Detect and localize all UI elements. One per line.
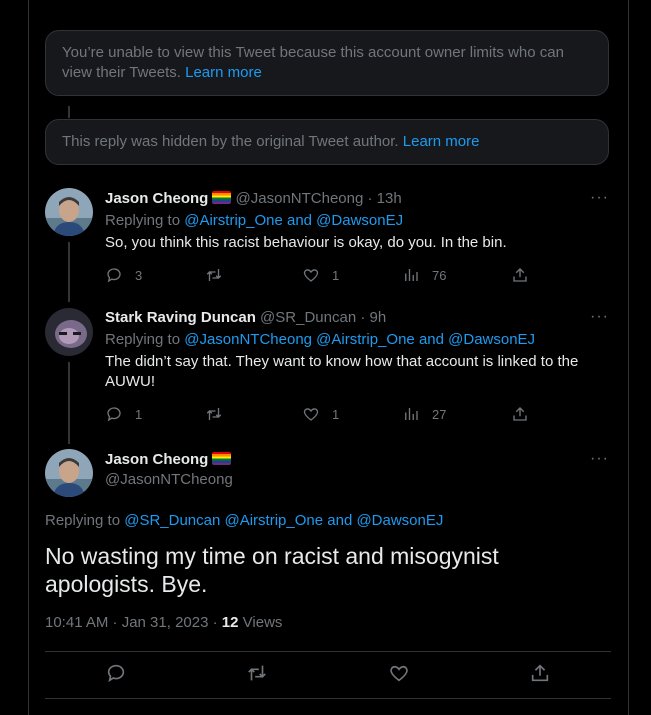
rainbow-flag-icon (212, 191, 232, 204)
retweet-icon (248, 665, 266, 681)
author-name[interactable]: Stark Raving Duncan (105, 309, 256, 326)
tweet-actions: 1 1 27 (105, 405, 530, 425)
reply-button[interactable] (105, 662, 127, 689)
avatar[interactable] (45, 308, 93, 356)
replying-to-label: Replying to (45, 512, 121, 529)
share-icon (513, 268, 527, 282)
views-count: 27 (432, 406, 447, 422)
tweet-time[interactable]: · 13h (368, 190, 402, 207)
reply-icon (107, 268, 121, 283)
like-button[interactable] (388, 662, 410, 689)
replying-to-handles[interactable]: @Airstrip_One and @DawsonEJ (184, 212, 403, 229)
main-tweet-handle-row: @JasonNTCheong (105, 470, 233, 490)
learn-more-link[interactable]: Learn more (185, 64, 262, 81)
hidden-reply-notice: This reply was hidden by the original Tw… (45, 119, 609, 165)
rainbow-flag-icon (212, 452, 232, 465)
author-name[interactable]: Jason Cheong (105, 190, 208, 207)
replying-to: Replying to @SR_Duncan @Airstrip_One and… (45, 511, 443, 531)
share-button[interactable] (511, 266, 529, 284)
views-icon (405, 408, 418, 420)
tweet-timestamp[interactable]: 10:41 AM · Jan 31, 2023 · (45, 614, 218, 631)
more-icon[interactable]: ··· (590, 450, 609, 468)
reply-count: 1 (135, 406, 143, 422)
views-icon (405, 269, 418, 281)
like-icon (303, 269, 319, 282)
share-button[interactable] (511, 405, 529, 423)
restricted-notice-text: You’re unable to view this Tweet because… (62, 44, 564, 81)
reply-button[interactable]: 3 (105, 266, 142, 284)
like-button[interactable]: 1 (302, 266, 339, 284)
more-icon[interactable]: ··· (590, 189, 609, 207)
replying-to: Replying to @Airstrip_One and @DawsonEJ (105, 211, 403, 231)
retweet-button[interactable] (205, 266, 223, 284)
retweet-button[interactable] (246, 662, 268, 689)
reply-count: 3 (135, 267, 143, 283)
restricted-tweet-notice: You’re unable to view this Tweet because… (45, 30, 609, 96)
like-button[interactable]: 1 (302, 405, 339, 423)
tweet-text: The didn’t say that. They want to know h… (105, 353, 579, 390)
tweet-meta: 10:41 AM · Jan 31, 2023 · 12 Views (45, 614, 282, 631)
share-icon (513, 407, 527, 421)
like-icon (390, 665, 408, 682)
views-count: 12 (221, 614, 239, 631)
share-icon (531, 664, 549, 682)
replying-to-label: Replying to (105, 331, 181, 348)
author-handle[interactable]: @JasonNTCheong (236, 190, 364, 207)
main-tweet-actions (45, 662, 611, 690)
replying-to-handles[interactable]: @SR_Duncan @Airstrip_One and @DawsonEJ (124, 512, 443, 529)
replying-to: Replying to @JasonNTCheong @Airstrip_One… (105, 330, 535, 350)
main-tweet-author: Jason Cheong (105, 450, 232, 470)
reply-button[interactable]: 1 (105, 405, 142, 423)
hidden-notice-text: This reply was hidden by the original Tw… (62, 133, 399, 150)
retweet-button[interactable] (205, 405, 223, 423)
tweet-actions: 3 1 76 (105, 266, 530, 286)
tweet-header: Stark Raving Duncan @SR_Duncan · 9h (105, 308, 386, 328)
like-icon (303, 408, 319, 421)
like-count: 1 (332, 406, 340, 422)
more-icon[interactable]: ··· (590, 308, 609, 326)
retweet-icon (206, 408, 222, 420)
tweet-header: Jason Cheong @JasonNTCheong · 13h (105, 189, 402, 209)
views-button[interactable]: 27 (402, 405, 446, 423)
share-button[interactable] (529, 662, 551, 689)
avatar[interactable] (45, 188, 93, 236)
divider (45, 698, 611, 699)
author-handle[interactable]: @SR_Duncan (260, 309, 356, 326)
reply-icon (107, 407, 121, 422)
views-label: Views (242, 614, 283, 631)
avatar[interactable] (45, 449, 93, 497)
views-count: 76 (432, 267, 447, 283)
replying-to-label: Replying to (105, 212, 181, 229)
thread-line (68, 362, 70, 444)
reply-icon (107, 664, 125, 683)
author-handle[interactable]: @JasonNTCheong (105, 471, 233, 488)
tweet-text: So, you think this racist behaviour is o… (105, 234, 507, 251)
learn-more-link[interactable]: Learn more (403, 133, 480, 150)
thread-line (68, 106, 70, 118)
tweet-time[interactable]: · 9h (360, 309, 386, 326)
main-tweet-text: No wasting my time on racist and misogyn… (45, 543, 499, 597)
like-count: 1 (332, 267, 340, 283)
replying-to-handles[interactable]: @JasonNTCheong @Airstrip_One and @Dawson… (184, 331, 535, 348)
divider (45, 651, 611, 652)
views-button[interactable]: 76 (402, 266, 446, 284)
author-name[interactable]: Jason Cheong (105, 451, 208, 468)
thread-line (68, 242, 70, 302)
retweet-icon (206, 269, 222, 281)
